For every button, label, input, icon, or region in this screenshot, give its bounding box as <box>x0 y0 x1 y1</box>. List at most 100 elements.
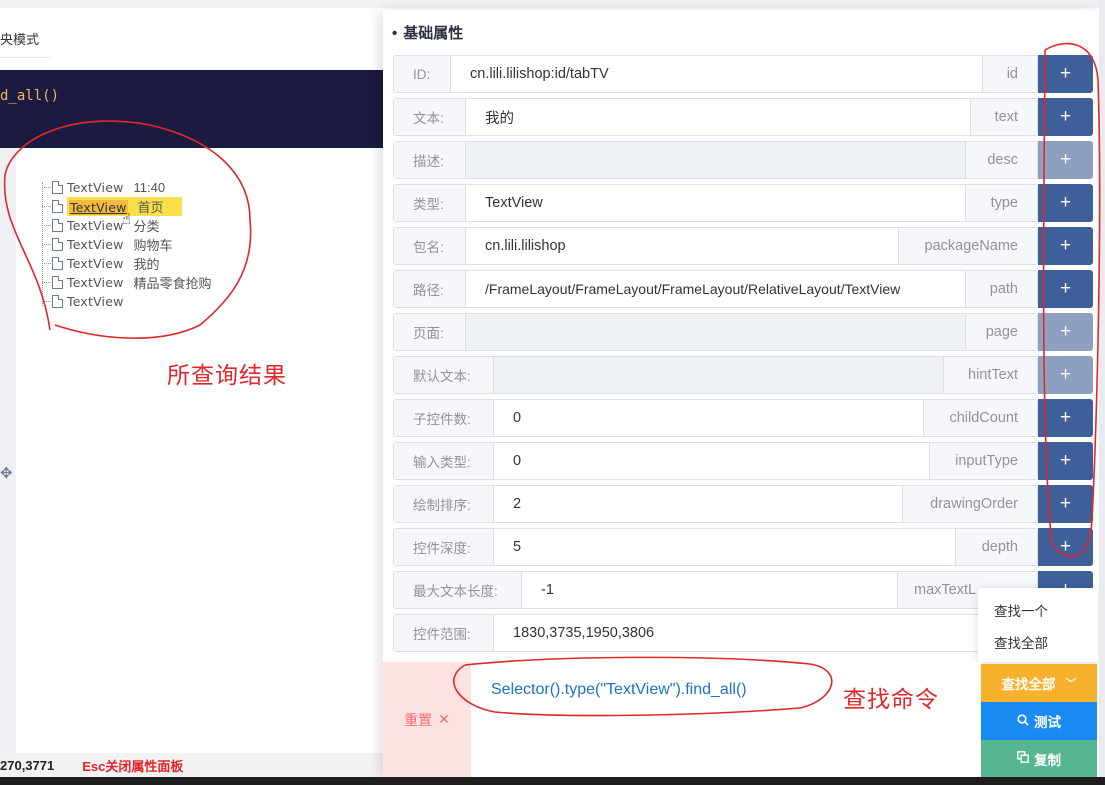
add-condition-button[interactable]: + <box>1038 141 1093 179</box>
attr-label: 类型: <box>394 185 466 221</box>
search-icon <box>1017 713 1029 729</box>
taskbar-edge <box>0 777 1105 785</box>
tree-item-type: TextView <box>67 294 124 309</box>
tree-item-text: 分类 <box>133 219 160 234</box>
tree-item-text: 11:40 <box>133 180 166 195</box>
attr-key: text <box>970 99 1037 135</box>
results-annotation: 所查询结果 <box>167 362 287 388</box>
attr-label: 控件范围: <box>394 615 494 651</box>
tree-item[interactable]: TextView 购物车 <box>42 235 173 254</box>
mode-tab[interactable]: 央模式 <box>0 22 50 58</box>
attr-key: depth <box>955 529 1037 565</box>
attr-label: 包名: <box>394 228 466 264</box>
add-condition-button[interactable]: + <box>1038 227 1093 265</box>
move-icon[interactable]: ✥ <box>0 464 14 482</box>
attr-row-desc: 描述: desc + <box>393 141 1093 179</box>
attr-value[interactable] <box>494 357 943 393</box>
attr-value[interactable]: 0 <box>494 443 929 479</box>
add-condition-button[interactable]: + <box>1038 528 1093 566</box>
add-condition-button[interactable]: + <box>1038 442 1093 480</box>
command-text: Selector().type("TextView").find_all() <box>491 681 747 698</box>
document-icon <box>52 295 63 308</box>
status-coordinates: 270,3771 <box>0 757 55 773</box>
status-bar: 270,3771 Esc关闭属性面板 <box>0 753 384 777</box>
reset-button[interactable]: 重置 ✕ <box>383 662 471 777</box>
add-condition-button[interactable]: + <box>1038 485 1093 523</box>
tree-item[interactable]: TextView 11:40 <box>42 178 166 197</box>
tree-item[interactable]: TextView 精品零食抢购 <box>42 273 212 292</box>
document-icon <box>52 181 63 194</box>
tree-item-type: TextView <box>67 237 124 252</box>
tree-item-text: 我的 <box>133 257 160 272</box>
tree-item-text: 精品零食抢购 <box>133 276 212 291</box>
attr-key: childCount <box>923 400 1037 436</box>
tree-item-type: TextView <box>69 200 128 215</box>
attr-label: 输入类型: <box>394 443 494 479</box>
attr-value[interactable]: 5 <box>494 529 955 565</box>
tree-item-type: TextView <box>67 180 124 195</box>
tree-item-type: TextView <box>67 275 124 290</box>
left-edge-bar <box>0 148 16 753</box>
dropdown-item-find-all[interactable]: 查找全部 <box>994 632 1048 652</box>
attr-label: 控件深度: <box>394 529 494 565</box>
attr-row-type: 类型: TextView type + <box>393 184 1093 222</box>
attr-key: packageName <box>898 228 1037 264</box>
attr-key: type <box>965 185 1037 221</box>
find-all-button[interactable]: 查找全部 ﹀ <box>981 664 1097 702</box>
copy-button[interactable]: 复制 <box>981 740 1097 777</box>
command-annotation: 查找命令 <box>843 686 939 712</box>
attr-value[interactable]: TextView <box>466 185 965 221</box>
window-edge <box>1099 0 1105 777</box>
tree-item[interactable]: TextView 我的 <box>42 254 160 273</box>
attr-row-inputtype: 输入类型: 0 inputType + <box>393 442 1093 480</box>
chevron-down-icon: ﹀ <box>1065 678 1077 690</box>
tree-item-selected[interactable]: TextView 首页 <box>42 197 182 216</box>
test-button[interactable]: 测试 <box>981 702 1097 740</box>
attr-key: hintText <box>943 357 1037 393</box>
add-condition-button[interactable]: + <box>1038 356 1093 394</box>
attr-value[interactable] <box>466 314 965 350</box>
attr-key: page <box>965 314 1037 350</box>
document-icon <box>52 257 63 270</box>
code-preview-text: d_all() <box>0 88 60 104</box>
attr-value[interactable]: -1 <box>522 572 897 608</box>
attr-label: 绘制排序: <box>394 486 494 522</box>
add-condition-button[interactable]: + <box>1038 184 1093 222</box>
attr-value[interactable]: cn.lili.lilishop:id/tabTV <box>451 56 982 92</box>
attr-row-depth: 控件深度: 5 depth + <box>393 528 1093 566</box>
add-condition-button[interactable]: + <box>1038 313 1093 351</box>
copy-label: 复制 <box>1034 752 1061 768</box>
code-preview: d_all() <box>0 70 384 148</box>
attr-key: path <box>965 271 1037 307</box>
attr-value[interactable]: 2 <box>494 486 902 522</box>
close-icon: ✕ <box>438 711 450 727</box>
document-icon <box>52 219 63 232</box>
tree-item[interactable]: TextView 分类 <box>42 216 160 235</box>
tree-item[interactable]: TextView <box>42 292 124 311</box>
document-icon <box>52 276 63 289</box>
status-esc-hint: Esc关闭属性面板 <box>82 758 184 774</box>
add-condition-button[interactable]: + <box>1038 270 1093 308</box>
document-icon <box>52 238 63 251</box>
dropdown-item-find-one[interactable]: 查找一个 <box>994 600 1048 620</box>
attr-row-text: 文本: 我的 text + <box>393 98 1093 136</box>
attr-row-drawingorder: 绘制排序: 2 drawingOrder + <box>393 485 1093 523</box>
attr-value[interactable]: 我的 <box>466 99 970 135</box>
attribute-panel: 基础属性 ID: cn.lili.lilishop:id/tabTV id + … <box>383 10 1099 777</box>
attr-label: 路径: <box>394 271 466 307</box>
add-condition-button[interactable]: + <box>1038 55 1093 93</box>
attr-value[interactable] <box>466 142 965 178</box>
add-condition-button[interactable]: + <box>1038 399 1093 437</box>
attr-value[interactable]: 0 <box>494 400 923 436</box>
attr-value[interactable]: cn.lili.lilishop <box>466 228 898 264</box>
add-condition-button[interactable]: + <box>1038 98 1093 136</box>
attr-row-id: ID: cn.lili.lilishop:id/tabTV id + <box>393 55 1093 93</box>
find-all-label: 查找全部 <box>1001 677 1056 692</box>
command-area: 重置 ✕ Selector().type("TextView").find_all… <box>383 662 1099 777</box>
attr-value[interactable]: /FrameLayout/FrameLayout/FrameLayout/Rel… <box>466 271 965 307</box>
attr-value[interactable]: 1830,3735,1950,3806 <box>494 615 982 651</box>
attr-row-page: 页面: page + <box>393 313 1093 351</box>
tree-item-type: TextView <box>67 256 124 271</box>
attr-row-hint: 默认文本: hintText + <box>393 356 1093 394</box>
attr-key: desc <box>965 142 1037 178</box>
